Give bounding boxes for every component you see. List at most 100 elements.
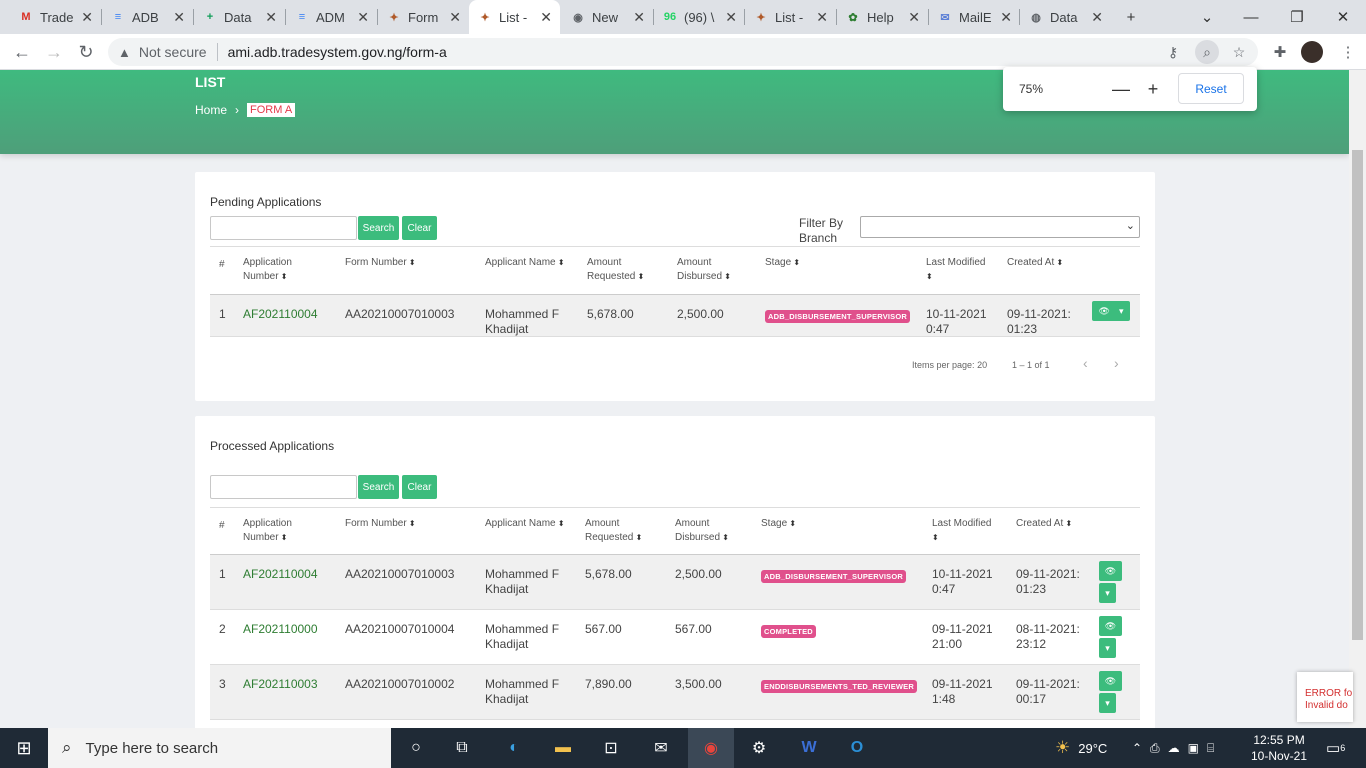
task-view-icon[interactable]: ⧉	[441, 728, 483, 768]
column-header[interactable]: Stage ⬍	[761, 517, 796, 531]
zoom-out-button[interactable]: —	[1107, 75, 1135, 103]
browser-tab[interactable]: M Trade ✕	[10, 0, 101, 34]
close-tab-icon[interactable]: ✕	[1000, 9, 1012, 26]
close-tab-icon[interactable]: ✕	[357, 9, 369, 26]
column-header[interactable]: Created At ⬍	[1007, 256, 1063, 270]
column-header[interactable]: Application Number ⬍	[243, 256, 292, 284]
close-tab-icon[interactable]: ✕	[1091, 9, 1103, 26]
actions-dropdown-icon[interactable]: ▾	[1099, 693, 1116, 713]
browser-tab[interactable]: ✦ List - ✕	[745, 0, 836, 34]
actions-dropdown-icon[interactable]: ▾	[1099, 638, 1116, 658]
page-scrollbar[interactable]	[1349, 70, 1366, 728]
sort-icon[interactable]: ⬍	[791, 258, 800, 267]
view-eye-icon[interactable]: 👁	[1099, 671, 1122, 691]
key-icon[interactable]: ⚷	[1161, 40, 1185, 64]
close-tab-icon[interactable]: ✕	[265, 9, 277, 26]
view-eye-icon[interactable]: 👁	[1099, 561, 1122, 581]
sort-icon[interactable]: ⬍	[279, 272, 288, 281]
address-bar[interactable]: ▲ Not secure ami.adb.tradesystem.gov.ng/…	[108, 38, 1258, 66]
close-window-icon[interactable]: ✕	[1320, 0, 1366, 34]
column-header[interactable]: Created At ⬍	[1016, 517, 1072, 531]
minimize-window-icon[interactable]: —	[1228, 0, 1274, 34]
view-actions-button[interactable]: 👁 ▾	[1092, 301, 1130, 321]
reload-icon[interactable]: ↻	[72, 38, 100, 66]
mail-app-icon[interactable]: ✉	[640, 728, 682, 768]
pending-search-input[interactable]	[210, 216, 357, 240]
extensions-icon[interactable]: ✚	[1266, 38, 1294, 66]
new-tab-button[interactable]: +	[1108, 0, 1154, 34]
bookmark-star-icon[interactable]: ☆	[1227, 40, 1251, 64]
pending-clear-button[interactable]: Clear	[402, 216, 437, 240]
sort-icon[interactable]: ⬍	[1054, 258, 1063, 267]
error-toast[interactable]: ERROR fo Invalid do	[1297, 672, 1353, 722]
sort-icon[interactable]: ⬍	[787, 519, 796, 528]
scrollbar-thumb[interactable]	[1352, 150, 1363, 640]
close-tab-icon[interactable]: ✕	[449, 9, 461, 26]
column-header[interactable]: Form Number ⬍	[345, 256, 416, 270]
branch-filter-select[interactable]: ⌄	[860, 216, 1140, 238]
column-header[interactable]: Stage ⬍	[765, 256, 800, 270]
weather-widget[interactable]: ☀ 29°C	[1055, 728, 1107, 768]
column-header[interactable]: Last Modified ⬍	[926, 256, 985, 284]
next-page-icon[interactable]: ›	[1114, 355, 1119, 371]
column-header[interactable]: Amount Disbursed ⬍	[675, 517, 729, 545]
sort-icon[interactable]: ⬍	[633, 533, 643, 542]
browser-tab[interactable]: ◉ New ✕	[562, 0, 653, 34]
items-per-page-value[interactable]: 20	[977, 360, 987, 370]
browser-tab[interactable]: + Data ✕	[194, 0, 285, 34]
taskbar-search-placeholder[interactable]: Type here to search	[86, 740, 219, 757]
browser-tab[interactable]: ✦ List - ✕	[469, 0, 560, 34]
column-header[interactable]: Applicant Name ⬍	[485, 256, 565, 270]
url-text[interactable]: ami.adb.tradesystem.gov.ng/form-a	[228, 44, 447, 60]
taskbar-search-box[interactable]: ⌕ Type here to search	[48, 728, 391, 768]
application-number-link[interactable]: AF202110000	[243, 622, 318, 637]
browser-tab[interactable]: ✿ Help ✕	[837, 0, 928, 34]
close-tab-icon[interactable]: ✕	[816, 9, 828, 26]
sort-icon[interactable]: ⬍	[932, 533, 939, 542]
column-header[interactable]: Applicant Name ⬍	[485, 517, 565, 531]
processed-search-input[interactable]	[210, 475, 357, 499]
sort-icon[interactable]: ⬍	[635, 272, 645, 281]
column-header[interactable]: Last Modified ⬍	[932, 517, 991, 545]
actions-dropdown-icon[interactable]: ▾	[1099, 583, 1116, 603]
breadcrumb-home[interactable]: Home	[195, 103, 227, 117]
menu-kebab-icon[interactable]: ⋮	[1334, 38, 1362, 66]
application-number-link[interactable]: AF202110004	[243, 307, 318, 322]
chrome-taskbar-icon[interactable]: ◉	[688, 728, 734, 768]
clock[interactable]: 12:55 PM 10-Nov-21	[1251, 728, 1307, 768]
close-tab-icon[interactable]: ✕	[908, 9, 920, 26]
tab-search-icon[interactable]: ⌄	[1184, 0, 1230, 34]
sort-icon[interactable]: ⬍	[407, 519, 416, 528]
warning-icon[interactable]: ▲	[118, 45, 131, 60]
zoom-in-button[interactable]: +	[1139, 75, 1167, 103]
word-icon[interactable]: W	[788, 728, 830, 768]
store-icon[interactable]: ⊡	[590, 728, 632, 768]
column-header[interactable]: Amount Disbursed ⬍	[677, 256, 731, 284]
zoom-icon[interactable]: ⌕	[1195, 40, 1219, 64]
processed-search-button[interactable]: Search	[358, 475, 399, 499]
sort-icon[interactable]: ⬍	[279, 533, 288, 542]
windows-start-icon[interactable]: ⊞	[0, 728, 48, 768]
forward-arrow-icon[interactable]: →	[40, 38, 68, 66]
application-number-link[interactable]: AF202110004	[243, 567, 318, 582]
zoom-reset-button[interactable]: Reset	[1178, 73, 1244, 104]
close-tab-icon[interactable]: ✕	[81, 9, 93, 26]
close-tab-icon[interactable]: ✕	[633, 9, 645, 26]
column-header[interactable]: Amount Requested ⬍	[585, 517, 642, 545]
browser-tab[interactable]: ✦ Form ✕	[378, 0, 469, 34]
browser-tab[interactable]: ✉ MailE ✕	[929, 0, 1020, 34]
previous-page-icon[interactable]: ‹	[1083, 355, 1088, 371]
sort-icon[interactable]: ⬍	[556, 519, 565, 528]
cortana-icon[interactable]: ○	[395, 728, 437, 768]
close-tab-icon[interactable]: ✕	[725, 9, 737, 26]
notifications-icon[interactable]: ▭ 6	[1326, 728, 1345, 768]
column-header[interactable]: Application Number ⬍	[243, 517, 292, 545]
avatar[interactable]	[1301, 41, 1323, 63]
edge-icon[interactable]: ◐	[493, 728, 535, 768]
column-header[interactable]: Form Number ⬍	[345, 517, 416, 531]
browser-tab[interactable]: ≡ ADB ✕	[102, 0, 193, 34]
close-tab-icon[interactable]: ✕	[173, 9, 185, 26]
application-number-link[interactable]: AF202110003	[243, 677, 318, 692]
sort-icon[interactable]: ⬍	[722, 272, 731, 281]
browser-tab[interactable]: ≡ ADM ✕	[286, 0, 377, 34]
